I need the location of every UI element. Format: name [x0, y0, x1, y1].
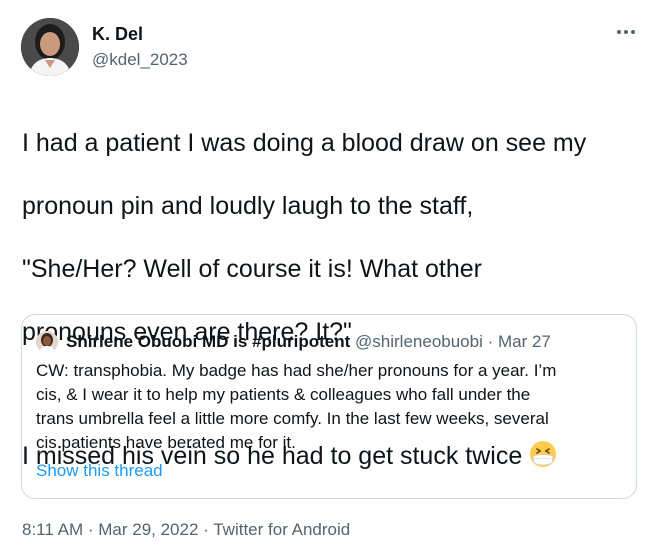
quoted-author-handle-date[interactable]: @shirleneobuobi · Mar 27 — [355, 332, 551, 351]
more-options-icon[interactable] — [612, 22, 640, 42]
tweet-line: I had a patient I was doing a blood draw… — [22, 128, 587, 157]
quoted-tweet-line: trans umbrella feel a little more comfy.… — [36, 409, 549, 428]
meta-separator: · — [198, 520, 214, 539]
tweet-source: Twitter for Android — [213, 520, 351, 539]
quoted-tweet-header: Shirlene Obuobi MD is #pluripotent @shir… — [66, 332, 551, 352]
tweet-date[interactable]: Mar 29, 2022 — [98, 520, 198, 539]
tweet-line: "She/Her? Well of course it is! What oth… — [22, 254, 482, 283]
tweet-line: pronoun pin and loudly laugh to the staf… — [22, 191, 474, 220]
show-thread-link[interactable]: Show this thread — [36, 461, 163, 481]
quoted-tweet-line: cis patients have berated me for it. — [36, 433, 296, 452]
quoted-author-name[interactable]: Shirlene Obuobi MD is #pluripotent — [66, 332, 350, 351]
quoted-tweet-line: CW: transphobia. My badge has had she/he… — [36, 361, 557, 380]
meta-separator: · — [83, 520, 99, 539]
quoted-tweet-line: cis, & I wear it to help my patients & c… — [36, 385, 531, 404]
tweet-metadata: 8:11 AM · Mar 29, 2022 · Twitter for And… — [22, 520, 350, 540]
author-avatar[interactable] — [21, 18, 79, 76]
quoted-author-avatar[interactable] — [36, 331, 58, 353]
author-handle[interactable]: @kdel_2023 — [92, 50, 188, 70]
author-name[interactable]: K. Del — [92, 24, 143, 45]
quoted-tweet-body: CW: transphobia. My badge has had she/he… — [36, 359, 626, 455]
tweet-time[interactable]: 8:11 AM — [22, 520, 83, 539]
quoted-tweet-card[interactable]: Shirlene Obuobi MD is #pluripotent @shir… — [21, 314, 637, 499]
